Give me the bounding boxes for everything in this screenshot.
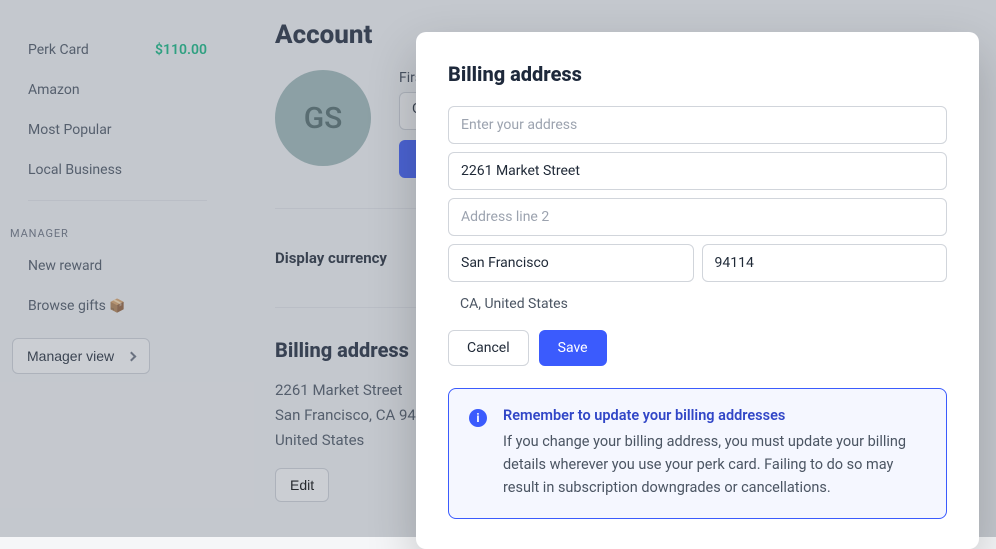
save-button[interactable]: Save (539, 330, 607, 366)
city-input[interactable] (448, 244, 694, 282)
notice-body: If you change your billing address, you … (503, 430, 926, 500)
address-line2-input[interactable] (448, 198, 947, 236)
notice-title: Remember to update your billing addresse… (503, 407, 926, 424)
cancel-button[interactable]: Cancel (448, 330, 529, 366)
address-search-input[interactable] (448, 106, 947, 144)
billing-notice: i Remember to update your billing addres… (448, 388, 947, 519)
postal-code-input[interactable] (702, 244, 948, 282)
billing-address-modal: Billing address CA, United States Cancel… (416, 32, 979, 549)
address-line1-input[interactable] (448, 152, 947, 190)
info-icon: i (469, 409, 487, 427)
region-text: CA, United States (448, 290, 947, 330)
modal-title: Billing address (448, 62, 947, 86)
